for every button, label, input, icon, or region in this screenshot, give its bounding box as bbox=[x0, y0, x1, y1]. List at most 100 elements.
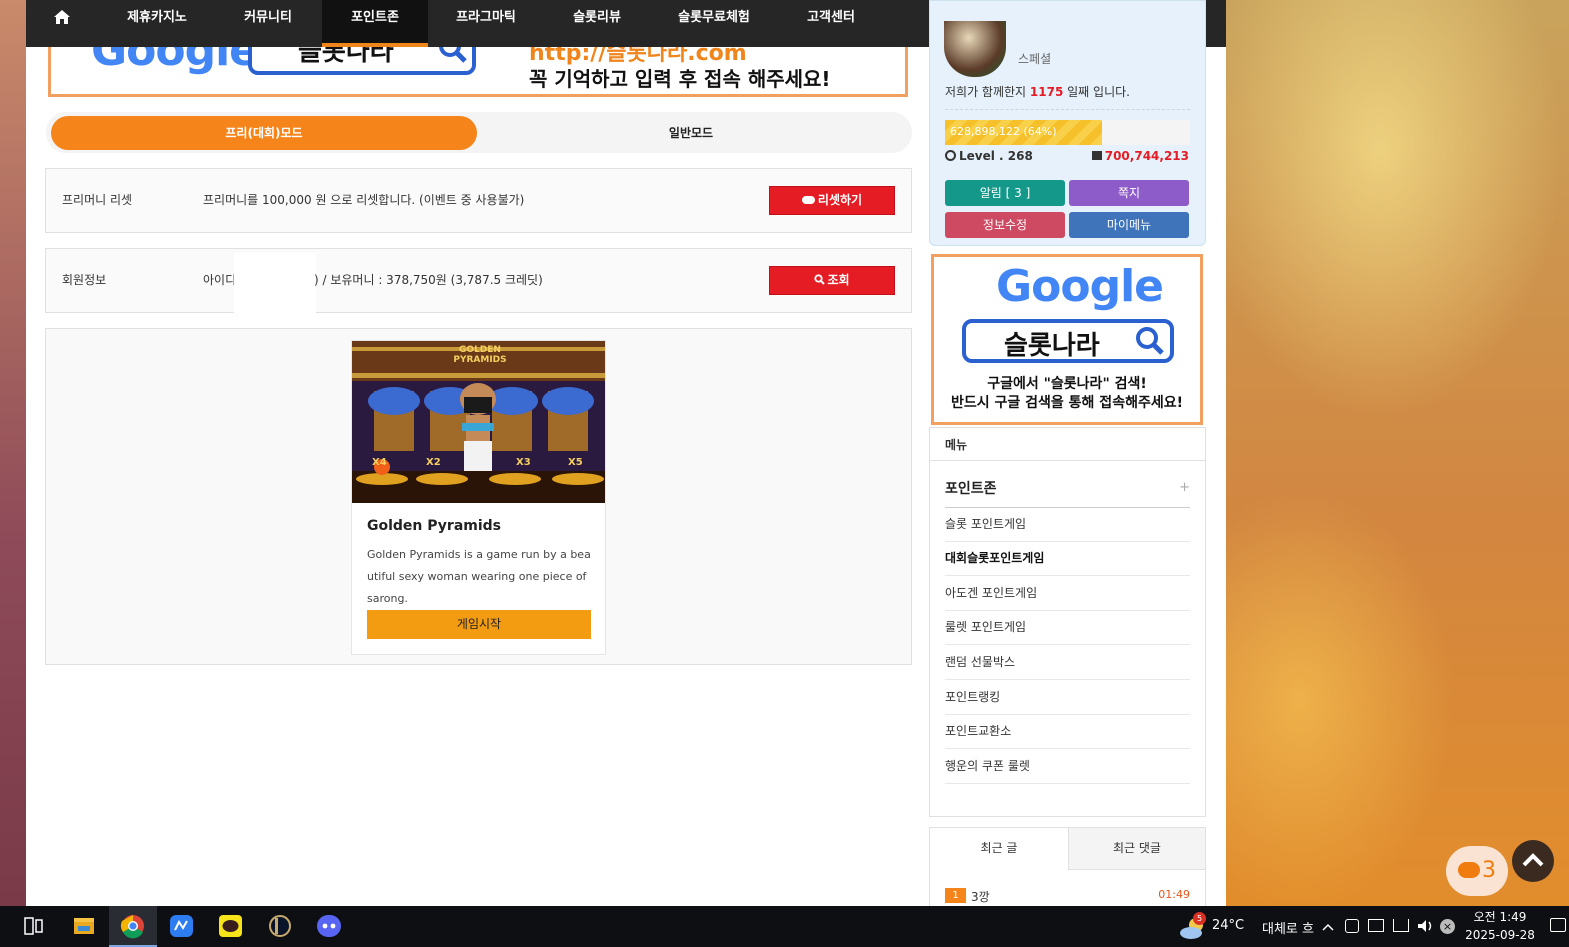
game-description: Golden Pyramids is a game run by a beaut… bbox=[367, 548, 591, 605]
game-card[interactable]: GOLDEN PYRAMIDS X4 X2 X3 X5 Golden Pyram… bbox=[351, 340, 606, 655]
game-title: Golden Pyramids bbox=[367, 518, 502, 534]
tab-normal-mode[interactable]: 일반모드 bbox=[496, 116, 886, 150]
gamepad-icon bbox=[801, 196, 815, 204]
banner-search-box: 슬롯나라 bbox=[248, 47, 476, 75]
user-circle-icon bbox=[945, 150, 956, 161]
league-of-legends-icon[interactable] bbox=[256, 906, 304, 947]
alarm-button[interactable]: 알림 [ 3 ] bbox=[945, 180, 1065, 206]
google-search-banner[interactable]: Google 슬롯나라 구글에서 "슬롯나라" 검색! 반드시 구글 검색을 통… bbox=[931, 254, 1203, 425]
tab-recent-posts[interactable]: 최근 글 bbox=[930, 828, 1068, 870]
network-tray-icon[interactable] bbox=[1393, 919, 1409, 932]
nav-item-partner-casino[interactable]: 제휴카지노 bbox=[112, 0, 202, 47]
chevron-up-icon bbox=[1522, 853, 1544, 867]
messenger-app-icon[interactable] bbox=[158, 906, 206, 947]
menu-item-tournament-slot[interactable]: 대회슬롯포인트게임 bbox=[945, 541, 1190, 576]
google-ad-line2: 반드시 구글 검색을 통해 접속해주세요! bbox=[951, 395, 1183, 411]
search-icon bbox=[1136, 327, 1164, 355]
close-circle-tray-icon[interactable]: × bbox=[1440, 919, 1455, 934]
days-together: 저희가 함께한지 1175 일째 입니다. bbox=[945, 85, 1130, 99]
menu-item-random-gift[interactable]: 랜덤 선물박스 bbox=[945, 645, 1190, 680]
recent-item[interactable]: 1 3깡 01:49 bbox=[945, 887, 1190, 905]
member-info-desc-suffix: ) / 보유머니 : 378,750원 (3,787.5 크레딧) bbox=[314, 273, 543, 287]
my-menu-button[interactable]: 마이메뉴 bbox=[1069, 212, 1189, 238]
menu-header: 메뉴 bbox=[945, 438, 968, 452]
weather-badge: 5 bbox=[1193, 912, 1206, 925]
tab-free-mode[interactable]: 프리(대회)모드 bbox=[51, 116, 477, 150]
clock-time: 오전 1:49 bbox=[1473, 910, 1527, 924]
kakaotalk-icon[interactable] bbox=[207, 906, 255, 947]
clock[interactable]: 오전 1:49 2025-09-28 bbox=[1460, 908, 1540, 944]
task-view-icon[interactable] bbox=[10, 906, 58, 947]
menu-section-point-zone[interactable]: 포인트존 + bbox=[945, 478, 1190, 508]
side-menu: 메뉴 포인트존 + 슬롯 포인트게임 대회슬롯포인트게임 아도겐 포인트게임 룰… bbox=[929, 427, 1206, 817]
multiplier-1: X4 bbox=[372, 457, 387, 468]
chat-button[interactable]: 3 bbox=[1446, 846, 1508, 896]
discord-icon[interactable] bbox=[305, 906, 353, 947]
menu-item-roulette[interactable]: 룰렛 포인트게임 bbox=[945, 610, 1190, 645]
notification-center-icon[interactable] bbox=[1550, 918, 1566, 932]
mode-tabs: 프리(대회)모드 일반모드 bbox=[46, 112, 912, 153]
chat-bubble-icon bbox=[1458, 862, 1480, 878]
divider bbox=[930, 460, 1205, 461]
level-row: Level . 268 bbox=[945, 149, 1033, 163]
scroll-top-button[interactable] bbox=[1512, 840, 1554, 882]
reset-label: 프리머니 리셋 bbox=[62, 193, 133, 207]
edit-profile-button[interactable]: 정보수정 bbox=[945, 212, 1065, 238]
home-icon[interactable] bbox=[54, 10, 70, 24]
menu-item-coupon-roulette[interactable]: 행운의 쿠폰 룰렛 bbox=[945, 749, 1190, 784]
multiplier-3: X3 bbox=[516, 457, 531, 468]
tab-recent-comments[interactable]: 최근 댓글 bbox=[1068, 828, 1205, 870]
search-icon bbox=[814, 274, 826, 285]
free-money-reset-row: 프리머니 리셋 프리머니를 100,000 원 으로 리셋합니다. (이벤트 중… bbox=[45, 168, 912, 233]
divider bbox=[945, 109, 1190, 110]
menu-item-adogen[interactable]: 아도겐 포인트게임 bbox=[945, 576, 1190, 611]
member-info-row: 회원정보 아이디 ) / 보유머니 : 378,750원 (3,787.5 크레… bbox=[45, 248, 912, 353]
google-ad-line1: 구글에서 "슬롯나라" 검색! bbox=[987, 376, 1147, 392]
lookup-button[interactable]: 조회 bbox=[769, 266, 895, 295]
nav-item-free-slot[interactable]: 슬롯무료체험 bbox=[672, 0, 756, 47]
reset-button[interactable]: 리셋하기 bbox=[769, 186, 895, 215]
display-tray-icon[interactable] bbox=[1368, 919, 1384, 932]
menu-item-point-ranking[interactable]: 포인트랭킹 bbox=[945, 680, 1190, 715]
camera-tray-icon[interactable] bbox=[1345, 919, 1359, 933]
nav-item-point-zone[interactable]: 포인트존 bbox=[322, 0, 428, 47]
gift-icon bbox=[1091, 151, 1102, 160]
chrome-icon[interactable] bbox=[109, 906, 157, 947]
browser-page: 제휴카지노 커뮤니티 포인트존 프라그마틱 슬롯리뷰 슬롯무료체험 고객센터 3… bbox=[26, 0, 1226, 906]
google-logo: Google bbox=[996, 261, 1164, 312]
nav-item-community[interactable]: 커뮤니티 bbox=[230, 0, 306, 47]
points-row: 700,744,213 bbox=[1091, 149, 1189, 163]
banner-message: 꼭 기억하고 입력 후 접속 해주세요! bbox=[529, 67, 831, 91]
user-grade: 스페셜 bbox=[1018, 52, 1052, 66]
exp-bar: 628,898,122 (64%) bbox=[945, 120, 1190, 145]
recent-item-time: 01:49 bbox=[1158, 888, 1190, 901]
multiplier-4: X5 bbox=[568, 457, 583, 468]
recent-item-title: 3깡 bbox=[971, 890, 990, 904]
file-explorer-icon[interactable] bbox=[60, 906, 108, 947]
member-info-label: 회원정보 bbox=[62, 273, 107, 287]
speaker-tray-icon[interactable] bbox=[1416, 918, 1434, 937]
banner-search-icon bbox=[439, 47, 467, 63]
game-thumbnail[interactable]: GOLDEN PYRAMIDS X4 X2 X3 X5 bbox=[352, 341, 605, 503]
menu-item-point-exchange[interactable]: 포인트교환소 bbox=[945, 714, 1190, 749]
weather-text: 대체로 흐 bbox=[1262, 922, 1314, 937]
nav-item-pragmatic[interactable]: 프라그마틱 bbox=[448, 0, 524, 47]
desktop-wallpaper-left bbox=[0, 0, 26, 906]
google-search-box: 슬롯나라 bbox=[962, 319, 1174, 363]
recent-panel: 최근 글 최근 댓글 1 3깡 01:49 bbox=[929, 827, 1206, 906]
temperature: 24°C bbox=[1212, 918, 1245, 933]
nav-item-slot-review[interactable]: 슬롯리뷰 bbox=[562, 0, 632, 47]
menu-item-slot-point-game[interactable]: 슬롯 포인트게임 bbox=[945, 507, 1190, 542]
avatar[interactable] bbox=[944, 21, 1006, 77]
user-panel: 스페셜 저희가 함께한지 1175 일째 입니다. 628,898,122 (6… bbox=[929, 0, 1206, 246]
clock-date: 2025-09-28 bbox=[1465, 928, 1535, 942]
nav-item-support[interactable]: 고객센터 bbox=[798, 0, 864, 47]
game-start-button[interactable]: 게임시작 bbox=[367, 610, 591, 639]
windows-taskbar: 5 24°C 대체로 흐 × 오전 1:49 2025-09-28 bbox=[0, 906, 1569, 947]
weather-widget[interactable]: 5 24°C 대체로 흐 bbox=[1178, 912, 1318, 942]
chevron-up-tray-icon[interactable] bbox=[1322, 920, 1334, 934]
plus-icon[interactable]: + bbox=[1179, 480, 1190, 495]
recent-rank-badge: 1 bbox=[945, 888, 966, 903]
site-banner[interactable]: Google 슬롯나라 http://슬롯나라.com 꼭 기억하고 입력 후 … bbox=[48, 47, 908, 97]
memo-button[interactable]: 쪽지 bbox=[1069, 180, 1189, 206]
